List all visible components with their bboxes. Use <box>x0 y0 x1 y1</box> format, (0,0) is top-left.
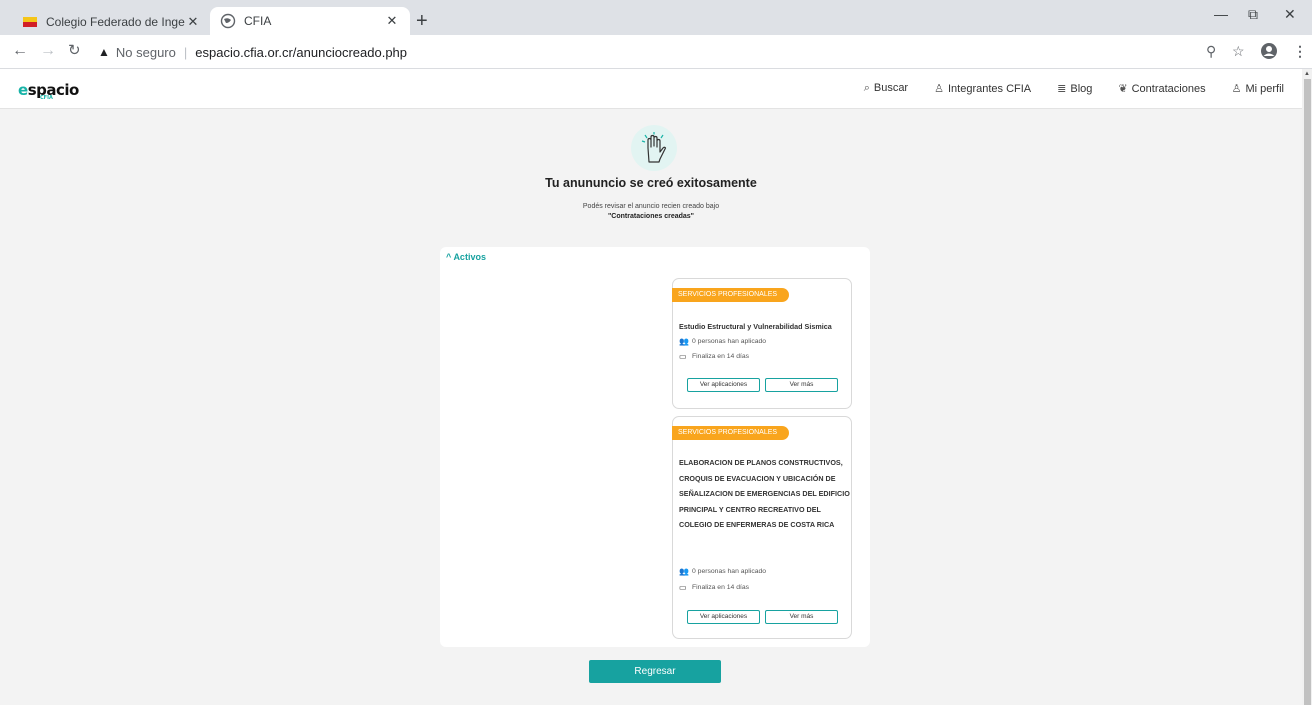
nav-integrantes[interactable]: ♙ Integrantes CFIA <box>934 82 1031 95</box>
globe-icon <box>220 13 236 29</box>
people-icon: 👥 <box>679 337 689 346</box>
logo-text: spacio <box>27 81 80 99</box>
deadline-text: Finaliza en 14 días <box>692 353 750 360</box>
nav-label: Buscar <box>873 82 909 94</box>
nav-buscar[interactable]: ⌕ Buscar <box>864 82 908 95</box>
category-badge: SERVICIOS PROFESIONALES <box>672 426 790 440</box>
warning-icon: ▲ <box>98 45 110 59</box>
logo-sub: CFIA <box>40 95 53 101</box>
high-five-hand-icon <box>631 125 677 171</box>
minimize-button[interactable]: — <box>1214 6 1228 22</box>
search-icon: ⌕ <box>863 82 870 94</box>
deadline-text: Finaliza en 14 días <box>692 584 750 591</box>
subtitle-line: Podés revisar el anuncio recien creado b… <box>582 203 720 210</box>
nav-label: Contrataciones <box>1131 83 1206 95</box>
address-bar[interactable]: ▲ No seguro | espacio.cfia.or.cr/anuncio… <box>98 39 1258 65</box>
tab-cfia[interactable]: CFIA ✕ <box>210 7 410 35</box>
applicants-count: 👥 0 personas han aplicado <box>679 567 766 576</box>
tab-title: CFIA <box>244 14 272 28</box>
blog-icon: ≣ <box>1057 83 1067 95</box>
user-icon: ♙ <box>1231 83 1242 95</box>
card-title: Estudio Estructural y Vulnerabilidad Sis… <box>679 322 832 331</box>
site-nav: ⌕ Buscar ♙ Integrantes CFIA ≣ Blog ❦ Contrat… <box>864 82 1284 95</box>
ver-aplicaciones-button[interactable]: Ver aplicaciones <box>687 610 760 624</box>
activos-toggle[interactable]: ^ Activos <box>446 252 486 262</box>
announcements-panel: ^ Activos SERVICIOS PROFESIONALES Estudi… <box>440 247 870 647</box>
people-icon: 👥 <box>679 567 689 576</box>
nav-label: Blog <box>1070 83 1093 95</box>
tab-strip: Colegio Federado de Ingenieros ✕ CFIA ✕ … <box>0 0 1312 35</box>
tab-colegio-federado[interactable]: Colegio Federado de Ingenieros ✕ <box>14 8 209 35</box>
nav-label: Mi perfil <box>1245 83 1284 95</box>
nav-blog[interactable]: ≣ Blog <box>1057 82 1092 95</box>
close-window-button[interactable]: ✕ <box>1284 6 1296 23</box>
url-text[interactable]: espacio.cfia.or.cr/anunciocreado.php <box>195 45 407 60</box>
back-arrow-icon[interactable]: ← <box>12 43 28 59</box>
profile-avatar-icon[interactable] <box>1260 42 1278 60</box>
section-label: Activos <box>453 252 486 262</box>
applicants-text: 0 personas han aplicado <box>692 338 767 345</box>
page-title: Tu anununcio se creó exitosamente <box>545 176 757 190</box>
zoom-icon[interactable]: ⚲ <box>1206 43 1216 60</box>
bookmark-star-icon[interactable]: ☆ <box>1232 43 1245 60</box>
regresar-button[interactable]: Regresar <box>589 660 721 683</box>
nav-contrataciones[interactable]: ❦ Contrataciones <box>1118 82 1205 95</box>
announcement-card: SERVICIOS PROFESIONALES Estudio Estructu… <box>672 278 852 409</box>
applicants-count: 👥 0 personas han aplicado <box>679 337 766 346</box>
espacio-logo[interactable]: espacio CFIA <box>18 81 80 101</box>
cfia-favicon-icon <box>23 16 37 27</box>
members-icon: ♙ <box>934 83 944 95</box>
reload-icon[interactable]: ↻ <box>68 43 81 59</box>
calendar-icon: ▭ <box>679 352 687 361</box>
nav-mi-perfil[interactable]: ♙ Mi perfil <box>1232 82 1284 95</box>
scroll-up-arrow-icon[interactable]: ▲ <box>1304 71 1310 77</box>
scrollbar-thumb[interactable] <box>1304 79 1311 705</box>
tab-title: Colegio Federado de Ingenieros <box>46 14 185 29</box>
ver-mas-button[interactable]: Ver más <box>765 378 838 392</box>
page-subtitle: Podés revisar el anuncio recien creado b… <box>0 202 1302 222</box>
chevron-up-icon: ^ <box>446 252 452 262</box>
applicants-text: 0 personas han aplicado <box>692 568 767 575</box>
forward-arrow-icon[interactable]: → <box>40 43 56 59</box>
security-status: No seguro <box>115 44 176 60</box>
announcement-card: SERVICIOS PROFESIONALES ELABORACION DE P… <box>672 416 852 639</box>
browser-menu-icon[interactable]: ⋮ <box>1293 43 1307 60</box>
leaf-icon: ❦ <box>1118 83 1128 95</box>
deadline: ▭ Finaliza en 14 días <box>679 583 749 592</box>
browser-toolbar: ← → ↻ ▲ No seguro | espacio.cfia.or.cr/a… <box>0 35 1312 69</box>
deadline: ▭ Finaliza en 14 días <box>679 352 749 361</box>
restore-button[interactable]: ⧉ <box>1248 6 1258 23</box>
subtitle-highlight: "Contrataciones creadas" <box>607 213 694 220</box>
category-badge: SERVICIOS PROFESIONALES <box>672 288 790 302</box>
scrollbar[interactable]: ▲ <box>1302 69 1312 705</box>
new-tab-button[interactable]: + <box>416 11 428 31</box>
ver-mas-button[interactable]: Ver más <box>765 610 838 624</box>
site-header: espacio CFIA ⌕ Buscar ♙ Integrantes CFIA ≣… <box>0 69 1302 109</box>
nav-label: Integrantes CFIA <box>947 83 1032 95</box>
calendar-icon: ▭ <box>679 583 687 592</box>
logo-accent: e <box>18 81 28 99</box>
page-viewport: espacio CFIA ⌕ Buscar ♙ Integrantes CFIA ≣… <box>0 69 1312 705</box>
card-title: ELABORACION DE PLANOS CONSTRUCTIVOS, CRO… <box>679 458 850 529</box>
close-tab-icon[interactable]: ✕ <box>185 14 201 30</box>
close-tab-icon[interactable]: ✕ <box>384 13 400 29</box>
ver-aplicaciones-button[interactable]: Ver aplicaciones <box>687 378 760 392</box>
address-separator: | <box>183 44 188 60</box>
